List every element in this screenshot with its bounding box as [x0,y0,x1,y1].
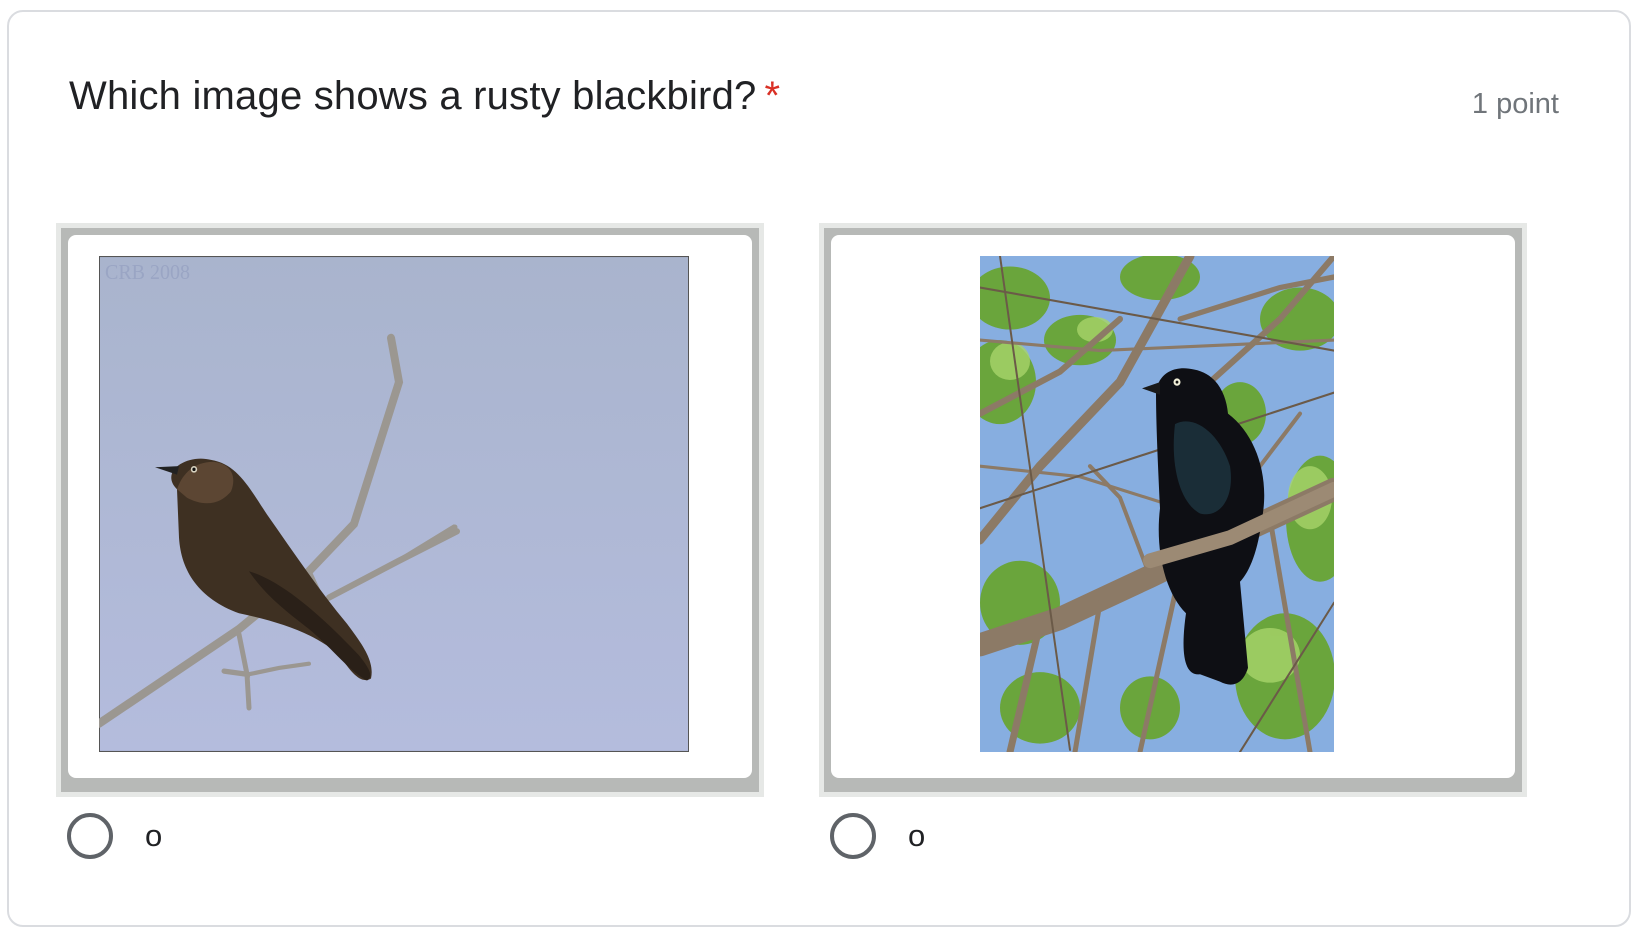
brewers-blackbird-photo[interactable] [980,256,1334,752]
option-2-image-frame[interactable] [819,223,1527,797]
points-label: 1 point [1471,88,1559,120]
option-1[interactable]: CRB 2008 o [56,223,764,859]
question-card: Which image shows a rusty blackbird? * 1 … [7,10,1631,927]
option-2-radio-row[interactable]: o [830,813,925,859]
question-text: Which image shows a rusty blackbird? [69,74,757,118]
option-1-label: o [145,818,163,853]
option-2[interactable]: o [819,223,1527,859]
option-1-image-frame[interactable]: CRB 2008 [56,223,764,797]
question-title: Which image shows a rusty blackbird? * [69,74,780,119]
photo-watermark: CRB 2008 [105,262,190,285]
option-2-radio-button[interactable] [830,813,876,859]
rusty-blackbird-photo[interactable]: CRB 2008 [99,256,689,752]
option-1-radio-button[interactable] [67,813,113,859]
option-2-label: o [908,818,926,853]
option-1-radio-row[interactable]: o [67,813,162,859]
required-asterisk: * [764,74,781,118]
